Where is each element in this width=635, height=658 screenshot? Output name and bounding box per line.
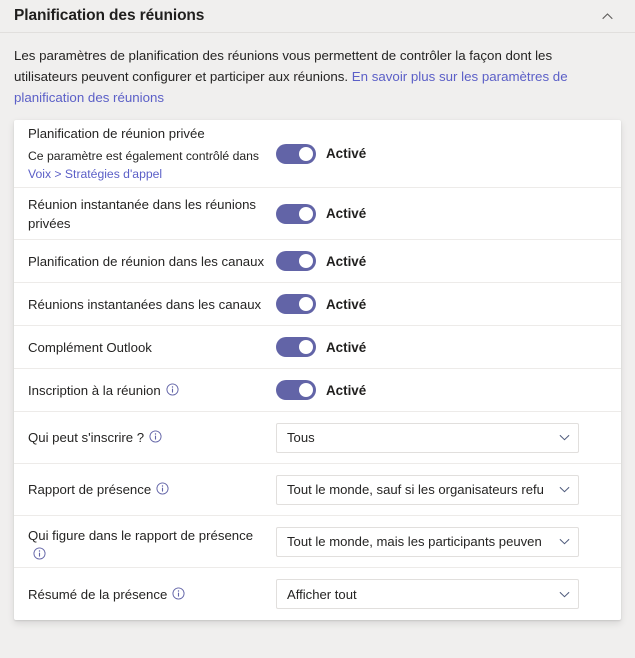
setting-label: Planification de réunion privée xyxy=(28,126,205,141)
dropdown-attendance-report[interactable]: Tout le monde, sauf si les organisateurs… xyxy=(276,474,579,505)
toggle-state-label: Activé xyxy=(326,296,367,312)
setting-control: Activé xyxy=(276,294,607,314)
toggle-knob xyxy=(299,340,313,354)
toggle-state-label: Activé xyxy=(326,253,367,269)
setting-label-group: Réunions instantanées dans les canaux xyxy=(28,295,276,314)
setting-row-who-appears-in-attendance-report: Qui figure dans le rapport de présence T… xyxy=(14,516,621,568)
toggle-state-label: Activé xyxy=(326,206,367,221)
setting-label: Réunions instantanées dans les canaux xyxy=(28,296,262,312)
setting-label-group: Réunion instantanée dans les réunions pr… xyxy=(28,195,276,233)
setting-row-outlook-addin: Complément Outlook Activé xyxy=(14,326,621,369)
chevron-down-icon xyxy=(559,486,570,493)
page-title: Planification des réunions xyxy=(14,7,205,25)
setting-label: Rapport de présence xyxy=(28,482,152,497)
setting-row-meet-now-private-meetings: Réunion instantanée dans les réunions pr… xyxy=(14,188,621,240)
setting-row-attendance-report: Rapport de présence Tout le monde, sauf … xyxy=(14,464,621,516)
toggle-knob xyxy=(299,254,313,268)
dropdown-selected-value: Tout le monde, mais les participants peu… xyxy=(287,534,542,549)
dropdown-attendance-summary[interactable]: Afficher tout xyxy=(276,579,579,609)
toggle-knob xyxy=(299,297,313,311)
setting-row-channel-meeting-scheduling: Planification de réunion dans les canaux… xyxy=(14,240,621,283)
setting-control: Activé xyxy=(276,337,607,357)
setting-label-group: Planification de réunion privée Ce param… xyxy=(28,124,276,183)
dropdown-selected-value: Tous xyxy=(287,430,315,445)
setting-control: Afficher tout xyxy=(276,579,607,609)
info-icon[interactable] xyxy=(156,481,169,495)
setting-label-group: Rapport de présence xyxy=(28,480,276,499)
toggle-meet-now-channels[interactable] xyxy=(276,294,316,314)
setting-label: Qui peut s'inscrire ? xyxy=(28,430,145,445)
toggle-private-meeting-scheduling[interactable] xyxy=(276,143,316,164)
setting-control: Tout le monde, sauf si les organisateurs… xyxy=(276,474,607,505)
collapse-panel-button[interactable] xyxy=(593,2,621,30)
setting-control: Tout le monde, mais les participants peu… xyxy=(276,526,607,557)
setting-row-private-meeting-scheduling: Planification de réunion privée Ce param… xyxy=(14,120,621,188)
panel-description: Les paramètres de planification des réun… xyxy=(0,33,635,118)
toggle-channel-meeting-scheduling[interactable] xyxy=(276,251,316,271)
setting-label-group: Complément Outlook xyxy=(28,338,276,357)
setting-label: Résumé de la présence xyxy=(28,586,168,602)
dropdown-selected-value: Afficher tout xyxy=(287,586,357,602)
setting-label-group: Planification de réunion dans les canaux xyxy=(28,252,276,271)
toggle-knob xyxy=(299,383,313,397)
setting-row-meeting-registration: Inscription à la réunion Activé xyxy=(14,369,621,412)
toggle-knob xyxy=(299,206,313,221)
dropdown-who-appears-in-attendance-report[interactable]: Tout le monde, mais les participants peu… xyxy=(276,526,579,557)
setting-sublabel: Ce paramètre est également contrôlé dans… xyxy=(28,147,268,183)
setting-label: Complément Outlook xyxy=(28,339,152,355)
toggle-outlook-addin[interactable] xyxy=(276,337,316,357)
info-icon[interactable] xyxy=(166,382,179,396)
setting-row-who-can-register: Qui peut s'inscrire ? Tous xyxy=(14,412,621,464)
setting-label: Qui figure dans le rapport de présence xyxy=(28,527,254,543)
toggle-state-label: Activé xyxy=(326,339,367,355)
setting-control: Activé xyxy=(276,380,607,400)
toggle-meeting-registration[interactable] xyxy=(276,380,316,400)
setting-label-group: Résumé de la présence xyxy=(28,585,276,604)
dropdown-who-can-register[interactable]: Tous xyxy=(276,422,579,453)
setting-label: Réunion instantanée dans les réunions pr… xyxy=(28,196,257,231)
toggle-state-label: Activé xyxy=(326,146,367,161)
setting-control: Activé xyxy=(276,143,607,164)
settings-card: Planification de réunion privée Ce param… xyxy=(14,120,621,620)
info-icon[interactable] xyxy=(149,429,162,443)
setting-label-group: Inscription à la réunion xyxy=(28,381,276,400)
setting-label: Inscription à la réunion xyxy=(28,382,161,398)
setting-label-group: Qui peut s'inscrire ? xyxy=(28,428,276,447)
voice-calling-policies-link[interactable]: Voix > Stratégies d'appel xyxy=(28,167,162,181)
toggle-state-label: Activé xyxy=(326,382,367,398)
setting-row-attendance-summary: Résumé de la présence Afficher tout xyxy=(14,568,621,620)
toggle-meet-now-private-meetings[interactable] xyxy=(276,203,316,224)
dropdown-selected-value: Tout le monde, sauf si les organisateurs… xyxy=(287,482,544,497)
panel-header: Planification des réunions xyxy=(0,0,635,33)
toggle-knob xyxy=(299,146,313,161)
setting-label: Planification de réunion dans les canaux xyxy=(28,253,265,269)
setting-sublabel-text: Ce paramètre est également contrôlé dans xyxy=(28,149,260,163)
chevron-up-icon xyxy=(601,12,613,19)
chevron-down-icon xyxy=(559,538,570,545)
setting-row-meet-now-channels: Réunions instantanées dans les canaux Ac… xyxy=(14,283,621,326)
setting-label-group: Qui figure dans le rapport de présence xyxy=(28,526,276,560)
setting-control: Activé xyxy=(276,251,607,271)
chevron-down-icon xyxy=(559,591,570,597)
setting-control: Activé xyxy=(276,203,607,224)
chevron-down-icon xyxy=(559,434,570,441)
setting-control: Tous xyxy=(276,422,607,453)
info-icon[interactable] xyxy=(33,546,46,560)
info-icon[interactable] xyxy=(172,586,185,600)
